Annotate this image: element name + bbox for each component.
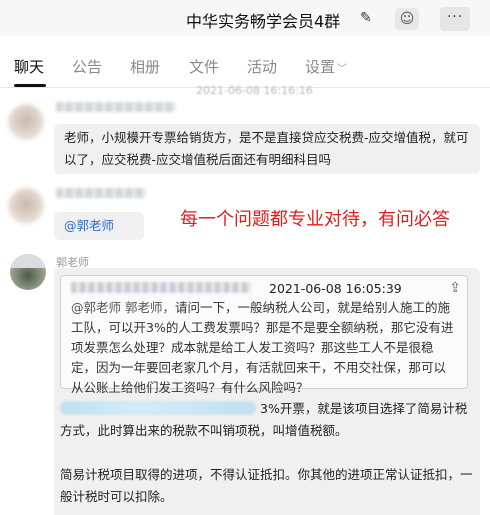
reply-paragraph: 简易计税项目取得的进项，不得认证抵扣。你其他的进项正常认证抵扣，一般计税时可以扣… (60, 467, 473, 504)
message-text: 老师，小规模开专票给销货方，是不是直接贷应交税费-应交增值税，就可以了，应交税费… (64, 130, 469, 167)
tab-bar: 聊天 公告 相册 文件 活动 设置 ﹀ (0, 36, 490, 88)
active-tab-indicator (14, 84, 46, 87)
mention-bubble[interactable]: @郭老师 (54, 212, 144, 240)
title-bar: 中华实务畅学会员4群 ✎ ☺ ··· (0, 0, 490, 36)
group-title: 中华实务畅学会员4群 (186, 12, 341, 31)
quoted-timestamp: 2021-06-08 16:05:39 (269, 281, 402, 296)
reply-paragraph: 3%开票，就是该项目选择了简易计税方式，此时算出来的税款不叫销项税，叫增值税额。 (60, 401, 468, 438)
reply-text: 3%开票，就是该项目选择了简易计税方式，此时算出来的税款不叫销项税，叫增值税额。… (60, 398, 478, 515)
quoted-sender (71, 282, 251, 293)
message-timestamp: 2021-06-08 16:16:16 (196, 84, 313, 97)
tab-album[interactable]: 相册 (130, 56, 160, 77)
avatar[interactable] (8, 188, 44, 224)
tab-announcements[interactable]: 公告 (72, 56, 102, 77)
avatar[interactable] (10, 254, 46, 290)
more-icon[interactable]: ··· (440, 7, 470, 31)
mention-link[interactable]: @郭老师 (64, 218, 114, 233)
quoted-message[interactable]: 2021-06-08 16:05:39 ⇪ @郭老师 郭老师，请问一下，一般纳税… (60, 275, 468, 395)
annotation-text: 每一个问题都专业对待，有问必答 (180, 209, 450, 230)
sender-name (56, 188, 146, 198)
blurred-mention (60, 401, 256, 415)
edit-icon[interactable]: ✎ (360, 10, 372, 26)
jump-to-original-icon[interactable]: ⇪ (449, 278, 461, 298)
chevron-down-icon: ﹀ (337, 64, 348, 75)
emoji-icon[interactable]: ☺ (395, 8, 419, 30)
sender-name (56, 102, 176, 112)
tab-chat[interactable]: 聊天 (14, 56, 44, 77)
tab-activities[interactable]: 活动 (247, 56, 277, 77)
tab-settings-label: 设置 (305, 58, 336, 76)
message-bubble[interactable]: 老师，小规模开专票给销货方，是不是直接贷应交税费-应交增值税，就可以了，应交税费… (54, 124, 480, 174)
avatar[interactable] (8, 104, 44, 140)
quoted-mention: @郭老师 郭老师， (71, 300, 175, 315)
tab-files[interactable]: 文件 (189, 56, 219, 77)
tab-settings[interactable]: 设置 ﹀ (305, 56, 347, 77)
